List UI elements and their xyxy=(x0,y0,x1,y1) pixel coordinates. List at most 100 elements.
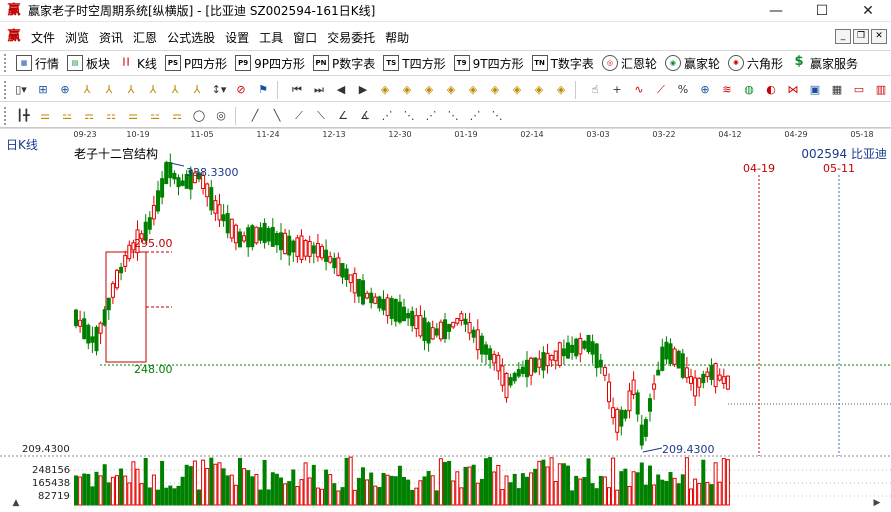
volume-bar xyxy=(123,475,128,506)
volume-bar xyxy=(557,463,562,506)
candle-body xyxy=(721,376,726,384)
volume-bar xyxy=(197,489,201,506)
candle-body xyxy=(90,336,95,343)
volume-bar xyxy=(525,476,529,506)
volume-bar xyxy=(574,475,579,506)
candle-body xyxy=(422,317,427,342)
candle-body xyxy=(590,341,595,355)
candle-body xyxy=(402,306,406,322)
kline-chart[interactable] xyxy=(0,0,891,512)
volume-bar xyxy=(82,473,87,506)
volume-bar xyxy=(607,487,611,506)
volume-bar xyxy=(725,459,730,506)
volume-bar xyxy=(176,485,181,506)
volume-bar xyxy=(713,462,718,506)
candle-body xyxy=(160,178,165,198)
candle-body xyxy=(295,237,300,257)
candle-body xyxy=(303,240,308,257)
volume-bar xyxy=(365,479,370,506)
candle-body xyxy=(566,342,570,359)
volume-bar xyxy=(717,481,722,506)
candle-body xyxy=(717,374,722,381)
volume-bar xyxy=(283,483,288,506)
volume-bar xyxy=(533,468,538,506)
volume-bar xyxy=(254,474,259,506)
date-tick: 04-29 xyxy=(784,130,808,139)
volume-bar xyxy=(143,457,148,506)
low-price-label: 209.4300 xyxy=(662,443,715,456)
volume-bar xyxy=(135,468,140,506)
candle-body xyxy=(447,323,452,332)
candle-body xyxy=(639,424,644,446)
candle-body xyxy=(82,318,87,340)
volume-bar xyxy=(705,482,710,506)
candle-body xyxy=(102,309,107,326)
candle-body xyxy=(508,377,513,386)
candle-body xyxy=(557,342,562,366)
candle-body xyxy=(529,357,534,376)
volume-bar xyxy=(529,472,534,506)
volume-bar xyxy=(78,476,83,506)
candle-body xyxy=(602,367,607,376)
volume-bar xyxy=(652,484,657,506)
volume-bar xyxy=(385,474,390,506)
date-tick: 11-05 xyxy=(190,130,214,139)
volume-bar xyxy=(660,479,665,506)
volume-bar xyxy=(180,476,185,506)
volume-bar xyxy=(602,476,607,506)
date-tick: 11-24 xyxy=(256,130,280,139)
candle-body xyxy=(549,354,554,361)
volume-bar xyxy=(586,458,591,506)
candle-body xyxy=(291,240,296,253)
volume-bar xyxy=(697,482,702,506)
scroll-up-icon[interactable]: ▲ xyxy=(8,496,24,510)
volume-bar xyxy=(332,483,337,506)
volume-bar xyxy=(508,482,513,506)
candle-body xyxy=(250,225,255,248)
candle-body xyxy=(631,379,636,395)
candle-body xyxy=(709,365,714,380)
volume-bar xyxy=(94,471,99,506)
date-tick: 10-19 xyxy=(126,130,150,139)
candle-body xyxy=(217,204,222,221)
volume-bar xyxy=(631,471,636,506)
volume-bar xyxy=(402,476,406,506)
candle-body xyxy=(676,350,681,369)
candle-body xyxy=(365,292,370,299)
volume-bar xyxy=(443,461,447,506)
candle-body xyxy=(426,322,431,344)
volume-bar xyxy=(119,468,124,506)
box-bottom-label: 248.00 xyxy=(134,363,173,376)
volume-bar xyxy=(430,475,435,506)
candle-body xyxy=(475,329,480,351)
volume-bar xyxy=(168,485,173,506)
volume-bar xyxy=(537,460,542,506)
box-top-label: 295.00 xyxy=(134,237,173,250)
candle-body xyxy=(578,337,583,355)
volume-bar xyxy=(455,471,460,506)
candle-body xyxy=(344,268,349,280)
volume-bar xyxy=(492,471,497,506)
candle-body xyxy=(213,200,218,214)
candle-body xyxy=(418,315,423,337)
candle-body xyxy=(484,344,488,355)
candle-body xyxy=(172,172,177,180)
volume-bar xyxy=(320,488,324,506)
volume-bar xyxy=(627,485,632,506)
candle-body xyxy=(496,354,501,372)
volume-bar xyxy=(348,456,353,506)
candle-body xyxy=(328,256,333,263)
volume-bar xyxy=(115,475,119,506)
volume-bar xyxy=(324,469,329,506)
candle-body xyxy=(553,350,558,362)
candle-body xyxy=(94,326,99,352)
volume-bar xyxy=(266,489,271,506)
candle-body xyxy=(607,381,611,403)
volume-bar xyxy=(246,470,251,506)
volume-bar xyxy=(701,459,706,506)
volume-bar xyxy=(721,458,726,506)
candle-body xyxy=(541,352,546,371)
scroll-right-icon[interactable]: ▶ xyxy=(869,496,885,510)
volume-bar xyxy=(488,457,493,506)
volume-bar xyxy=(619,471,624,506)
